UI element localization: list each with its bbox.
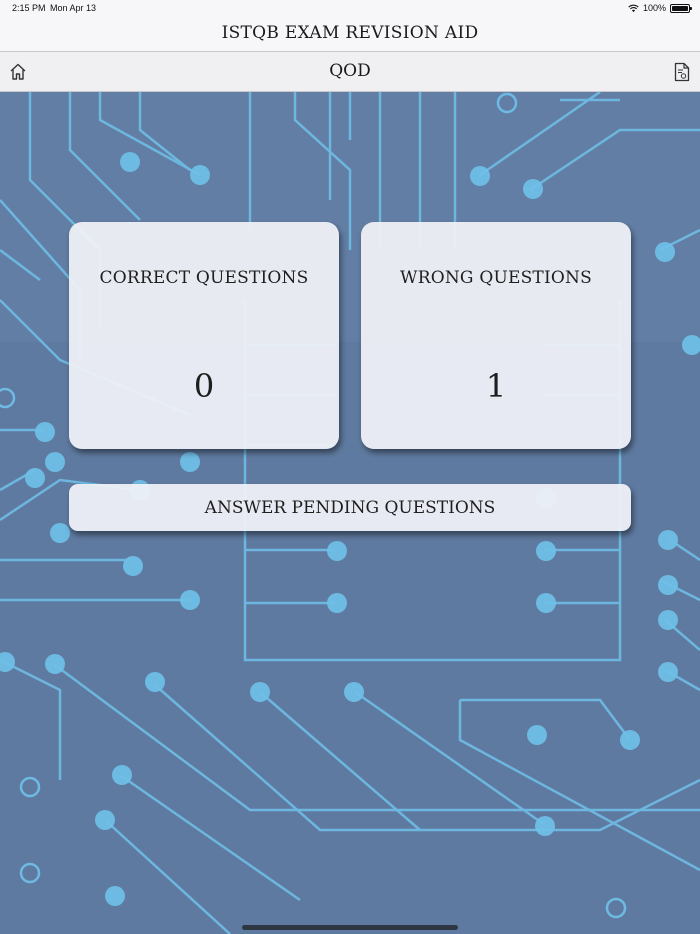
wifi-icon [628,4,639,12]
page-title: QOD [329,61,371,81]
correct-questions-label: CORRECT QUESTIONS [99,268,309,288]
wrong-questions-card[interactable]: WRONG QUESTIONS 1 [361,222,631,449]
home-indicator [242,925,458,930]
navigation-bar: QOD [0,52,700,92]
status-time: 2:15 PM [12,3,46,13]
status-bar: 2:15 PM Mon Apr 13 100% [0,0,700,18]
correct-questions-card: CORRECT QUESTIONS 0 [69,222,339,449]
document-icon[interactable] [674,62,690,82]
wrong-questions-count: 1 [485,367,507,405]
app-title-bar: ISTQB EXAM REVISION AID [0,18,700,52]
answer-pending-questions-button[interactable]: ANSWER PENDING QUESTIONS [69,484,631,531]
app-title: ISTQB EXAM REVISION AID [221,23,479,43]
battery-icon [670,3,692,13]
correct-questions-count: 0 [193,367,215,405]
status-date: Mon Apr 13 [50,3,97,13]
battery-percent: 100% [642,3,666,13]
status-right: 100% [628,3,692,13]
wrong-questions-label: WRONG QUESTIONS [400,268,592,288]
